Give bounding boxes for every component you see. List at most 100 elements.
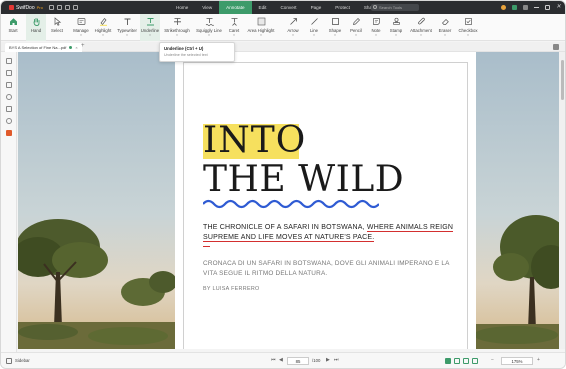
tool-pencil[interactable]: Pencil ▾	[348, 14, 364, 41]
continuous-view-icon[interactable]	[463, 358, 469, 364]
tool-checkbox[interactable]: Checkbox ▾	[457, 14, 479, 41]
menu-home[interactable]: Home	[169, 1, 195, 14]
unsaved-dot-icon	[69, 46, 73, 49]
signature-icon[interactable]	[6, 106, 12, 112]
tool-caret[interactable]: Caret ▾	[227, 14, 241, 41]
tab-menu-icon[interactable]	[553, 44, 559, 50]
left-page-photo	[18, 52, 175, 349]
close-tab-icon[interactable]: ×	[75, 43, 77, 52]
avatar[interactable]	[500, 5, 506, 10]
highlight-icon	[99, 17, 108, 26]
comment-icon[interactable]	[6, 82, 12, 88]
app-window: SwifDoo Pro Home View Annotate Edit Conv…	[0, 0, 566, 369]
menu-convert[interactable]: Convert	[273, 1, 303, 14]
subtitle-english-a: THE CHRONICLE OF A SAFARI IN BOTSWANA,	[203, 224, 367, 231]
scrollbar-thumb[interactable]	[561, 60, 564, 100]
arrow-icon	[289, 17, 298, 26]
chevron-down-icon: ▾	[355, 33, 357, 37]
sidebar-toggle-icon[interactable]	[6, 358, 12, 364]
two-page-view-icon[interactable]	[454, 358, 460, 364]
tool-attachment[interactable]: Attachment ▾	[407, 14, 435, 41]
zoom-out-icon[interactable]: −	[491, 357, 494, 363]
attachment-icon	[417, 17, 426, 26]
prev-page-icon[interactable]: ◀	[279, 357, 283, 363]
home-icon	[9, 17, 18, 26]
chevron-down-icon: ▾	[80, 33, 82, 37]
fit-width-icon[interactable]	[472, 358, 478, 364]
gift-icon[interactable]	[6, 130, 12, 136]
checkbox-icon	[464, 17, 473, 26]
minimize-icon[interactable]	[533, 7, 539, 8]
chevron-down-icon: ▾	[208, 33, 210, 37]
premium-icon[interactable]	[511, 5, 517, 10]
menu-protect[interactable]: Protect	[328, 1, 357, 14]
search-panel-icon[interactable]	[6, 118, 12, 124]
area-highlight-icon	[257, 17, 266, 26]
tool-highlight[interactable]: Highlight ▾	[93, 14, 113, 41]
tool-underline[interactable]: Underline ▾	[140, 14, 160, 41]
last-page-icon[interactable]: ⏭	[334, 357, 339, 363]
tool-strikethrough[interactable]: Strikethrough ▾	[163, 14, 191, 41]
tool-start[interactable]: Start	[5, 14, 21, 41]
close-icon[interactable]: ✕	[556, 4, 561, 10]
search-tools-input[interactable]: Search Tools	[371, 4, 419, 11]
zoom-in-icon[interactable]: +	[537, 357, 540, 363]
menu-edit[interactable]: Edit	[252, 1, 274, 14]
vertical-scrollbar[interactable]	[559, 52, 565, 349]
chevron-down-icon: ▾	[444, 33, 446, 37]
search-icon	[373, 5, 377, 9]
tool-hand[interactable]: Hand	[26, 14, 46, 41]
status-bar: Sidebar ⏮ ◀ 85 /100 ▶ ⏭ − 175% +	[1, 352, 565, 368]
first-page-icon[interactable]: ⏮	[271, 357, 276, 363]
bookmark-icon[interactable]	[6, 58, 12, 64]
cursor-icon	[53, 17, 62, 26]
maximize-icon[interactable]	[544, 5, 550, 10]
tool-area-highlight[interactable]: Area Highlight ▾	[245, 14, 277, 41]
menu-annotate[interactable]: Annotate	[219, 1, 252, 14]
print-icon[interactable]	[56, 5, 62, 10]
tool-arrow[interactable]: Arrow ▾	[285, 14, 301, 41]
tool-squiggly-line[interactable]: Squiggly Line ▾	[194, 14, 224, 41]
single-page-view-icon[interactable]	[445, 358, 451, 364]
squiggly-annotation[interactable]	[203, 198, 379, 210]
tool-eraser[interactable]: Eraser ▾	[437, 14, 453, 41]
tool-shape[interactable]: Shape ▾	[327, 14, 343, 41]
new-tab-icon[interactable]: +	[81, 43, 85, 49]
sidebar-label[interactable]: Sidebar	[15, 358, 30, 363]
typewriter-icon	[123, 17, 132, 26]
undo-icon[interactable]	[64, 5, 70, 10]
attachment-panel-icon[interactable]	[6, 94, 12, 100]
save-icon[interactable]	[48, 5, 54, 10]
menu-view[interactable]: View	[195, 1, 219, 14]
annotate-toolbar: Start Hand Select Manage ▾ Highlight ▾ T…	[1, 14, 565, 41]
stamp-icon	[392, 17, 401, 26]
tool-label: Hand	[30, 28, 42, 33]
zoom-level-select[interactable]: 175%	[501, 357, 533, 365]
tool-manage[interactable]: Manage ▾	[71, 14, 91, 41]
tool-stamp[interactable]: Stamp ▾	[388, 14, 404, 41]
tool-typewriter[interactable]: Typewriter ▾	[115, 14, 139, 41]
redo-icon[interactable]	[72, 5, 78, 10]
app-logo[interactable]: SwifDoo Pro	[9, 5, 43, 11]
squiggly-icon	[205, 17, 214, 26]
chevron-down-icon: ▾	[126, 33, 128, 37]
tool-note[interactable]: Note ▾	[369, 14, 383, 41]
page-number-input[interactable]: 85	[287, 357, 309, 365]
caret-icon	[230, 17, 239, 26]
page-total: /100	[312, 358, 321, 363]
document-tab-bar: BYS A Selection of Fine Na...pdf × +	[1, 42, 565, 52]
document-tab[interactable]: BYS A Selection of Fine Na...pdf ×	[5, 43, 82, 52]
thumbnail-icon[interactable]	[6, 70, 12, 76]
menu-page[interactable]: Page	[304, 1, 329, 14]
subtitle-english: THE CHRONICLE OF A SAFARI IN BOTSWANA, W…	[203, 223, 463, 242]
window-controls: ✕	[500, 1, 561, 14]
settings-icon[interactable]	[522, 5, 528, 10]
chevron-down-icon: ▾	[395, 33, 397, 37]
pdf-page[interactable]: INTO THE WILD THE CHRONICLE OF A SAFARI …	[175, 52, 476, 349]
tool-label: Start	[8, 28, 18, 33]
next-page-icon[interactable]: ▶	[326, 357, 330, 363]
tool-line[interactable]: Line ▾	[307, 14, 321, 41]
chevron-down-icon: ▾	[102, 33, 104, 37]
document-canvas[interactable]: INTO THE WILD THE CHRONICLE OF A SAFARI …	[18, 52, 559, 349]
tool-select[interactable]: Select	[49, 14, 65, 41]
